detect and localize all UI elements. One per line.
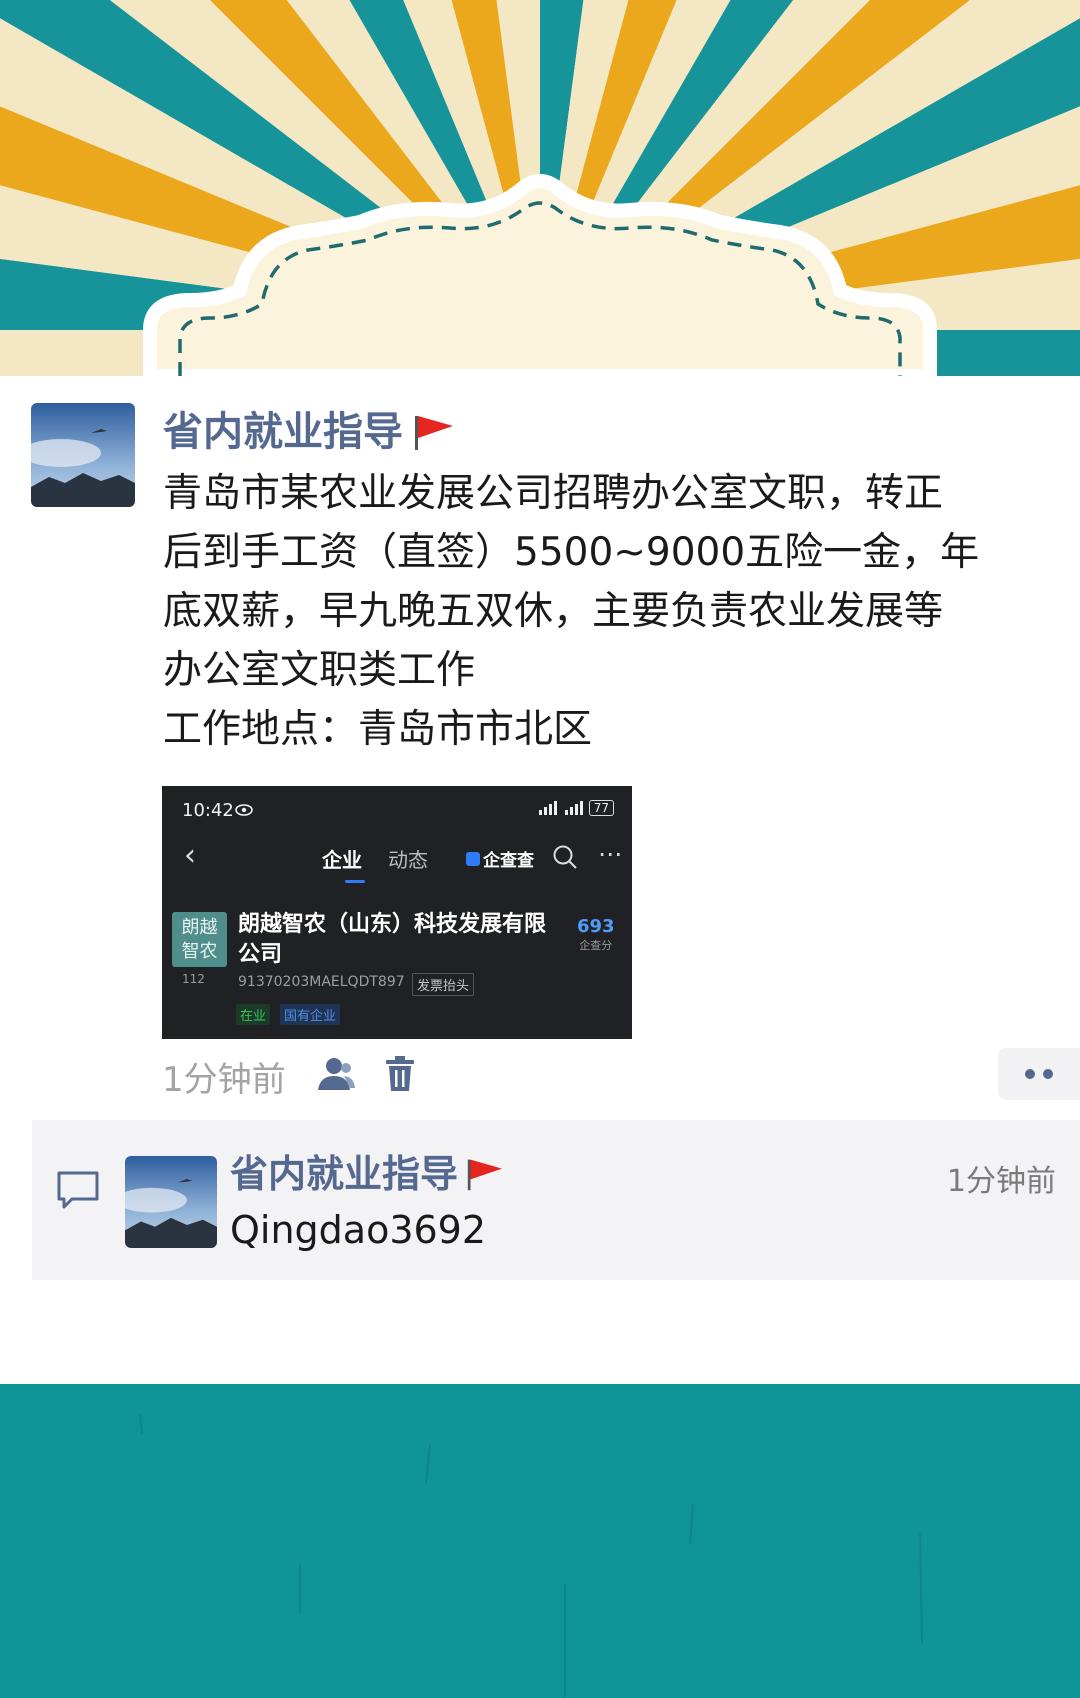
sunburst-graphic <box>0 0 1080 376</box>
company-logo-text: 朗越 智农 <box>181 916 218 962</box>
view-count: 112 <box>182 972 205 986</box>
search-icon[interactable] <box>552 844 578 870</box>
comment-time: 1分钟前 <box>946 1164 1056 1199</box>
commenter-avatar[interactable] <box>125 1156 217 1248</box>
post-time: 1分钟前 <box>162 1060 286 1100</box>
signal-icon <box>538 801 583 815</box>
comment-author-name[interactable]: 省内就业指导 <box>230 1150 458 1198</box>
post-body: 青岛市某农业发展公司招聘办公室文职，转正 后到手工资（直签）5500~9000五… <box>163 471 980 752</box>
comment-icon <box>57 1171 99 1209</box>
company-score: 693 企查分 <box>577 916 615 953</box>
invoice-tag[interactable]: 发票抬头 <box>412 973 475 996</box>
author-avatar[interactable] <box>31 403 135 507</box>
comment-author[interactable]: 省内就业指导 <box>230 1150 506 1198</box>
tab-company[interactable]: 企业 <box>322 844 362 873</box>
post-author[interactable]: 省内就业指导 <box>163 406 457 458</box>
footer-texture <box>0 1384 1080 1698</box>
brand-name: 企查查 <box>483 851 534 871</box>
status-time: 10:42 <box>182 800 234 821</box>
more-dot <box>1025 1069 1035 1079</box>
comment-text: Qingdao3692 <box>230 1208 487 1252</box>
tab-news[interactable]: 动态 <box>388 844 428 873</box>
more-actions-button[interactable] <box>998 1048 1080 1100</box>
eye-icon <box>235 804 253 816</box>
decorative-footer <box>0 1384 1080 1698</box>
type-badge: 国有企业 <box>280 1004 341 1025</box>
red-flag-icon <box>467 1159 503 1191</box>
post-card: 省内就业指导 青岛市某农业发展公司招聘办公室文职，转正 后到手工资（直签）550… <box>0 376 1080 1384</box>
company-name: 朗越智农（山东）科技发展有限公司 <box>238 912 547 967</box>
company-logo: 朗越 智农 <box>172 912 227 967</box>
red-flag-icon <box>415 416 453 450</box>
more-dot <box>1043 1069 1053 1079</box>
decorative-banner <box>0 0 1080 376</box>
credit-code: 91370203MAELQDT897 <box>238 974 405 990</box>
attached-screenshot[interactable]: 10:42 77 ‹ 企业 动态 企查查 ⋯ 朗越 智农 112 朗越智农（山东… <box>162 786 632 1039</box>
user-icon[interactable] <box>316 1056 356 1092</box>
brand-logo: 企查查 <box>466 846 534 871</box>
more-icon[interactable]: ⋯ <box>598 840 622 868</box>
tab-underline <box>345 880 365 883</box>
comment-section: 省内就业指导 1分钟前 Qingdao3692 <box>32 1120 1080 1280</box>
score-label: 企查分 <box>579 939 613 952</box>
status-icons: 77 <box>538 800 614 816</box>
brand-icon <box>466 851 480 866</box>
author-name[interactable]: 省内就业指导 <box>163 406 403 458</box>
delete-icon[interactable] <box>385 1056 415 1092</box>
back-icon[interactable]: ‹ <box>184 838 196 873</box>
score-value: 693 <box>577 916 615 937</box>
battery-indicator: 77 <box>588 800 614 816</box>
status-badge: 在业 <box>236 1004 271 1025</box>
